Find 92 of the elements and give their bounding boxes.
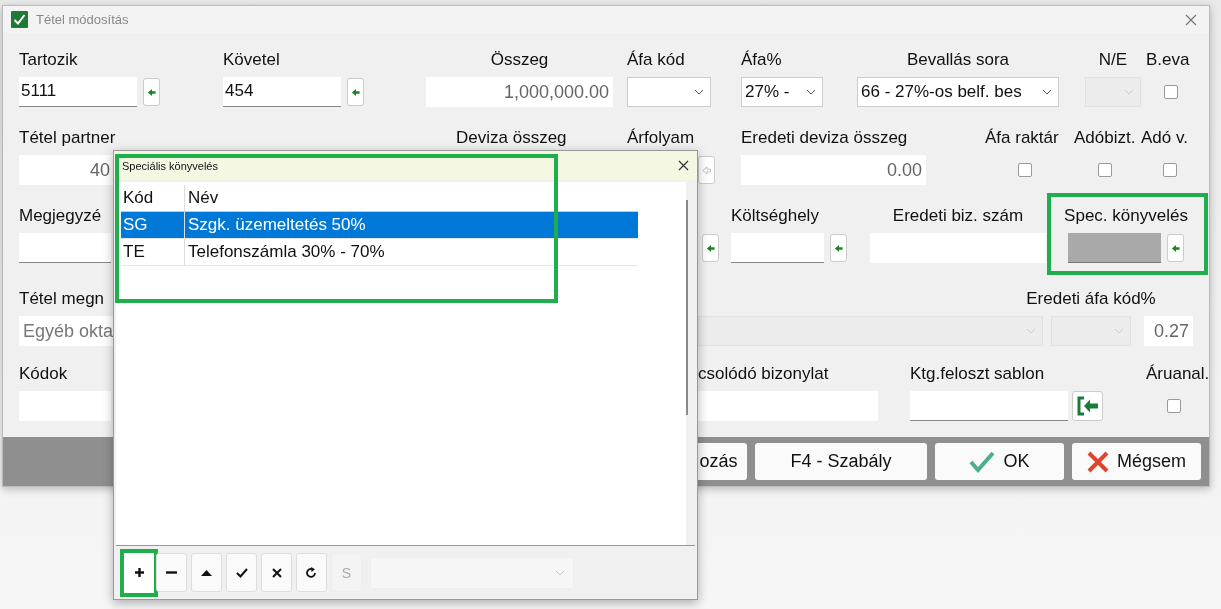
text-field[interactable]: 0.27 bbox=[1144, 316, 1193, 346]
text-field[interactable] bbox=[731, 233, 824, 263]
field-label: Tartozik bbox=[19, 50, 78, 70]
field-label: Áruanal. bbox=[1146, 364, 1210, 384]
chevron-down-icon bbox=[1042, 89, 1052, 95]
chevron-down-icon bbox=[1026, 328, 1036, 334]
field-label: Bevallás sora bbox=[906, 50, 1010, 70]
field-label: Kódok bbox=[19, 364, 68, 384]
arrow-left-icon bbox=[1171, 243, 1180, 253]
checkbox[interactable] bbox=[1162, 163, 1177, 177]
text-field[interactable]: 0.00 bbox=[741, 155, 926, 185]
field-label: Spec. könyvelés bbox=[1064, 206, 1188, 226]
chevron-down-icon bbox=[555, 569, 565, 576]
field-label: Ktg.feloszt sablon bbox=[910, 364, 1045, 384]
dialog-button[interactable]: F4 - Szabály bbox=[755, 443, 927, 480]
field-label: B.eva bbox=[1146, 50, 1190, 70]
field-label: Deviza összeg bbox=[456, 128, 567, 148]
field-label: Tétel megn bbox=[19, 289, 105, 309]
redo-icon bbox=[306, 567, 317, 578]
field-label: Megjegyzé bbox=[19, 206, 102, 226]
field-label: Követel bbox=[223, 50, 280, 70]
checkbox[interactable] bbox=[1166, 399, 1181, 413]
arrow-left-icon bbox=[702, 165, 711, 175]
text-field[interactable] bbox=[698, 391, 878, 421]
field-label: Eredeti deviza összeg bbox=[741, 128, 908, 148]
field-label: Összeg bbox=[490, 50, 549, 70]
table-row[interactable]: TE Telefonszámla 30% - 70% bbox=[121, 239, 638, 266]
checkmark-icon bbox=[235, 567, 248, 578]
confirm-button[interactable] bbox=[226, 553, 257, 592]
checkbox[interactable] bbox=[1018, 163, 1032, 177]
lookup-button[interactable] bbox=[702, 234, 719, 262]
lookup-button[interactable] bbox=[830, 234, 847, 262]
plus-icon bbox=[133, 567, 145, 578]
text-field[interactable]: 5111 bbox=[19, 77, 137, 107]
text-field[interactable] bbox=[19, 391, 111, 421]
column-header: Név bbox=[187, 187, 220, 209]
arrow-left-icon bbox=[834, 243, 843, 253]
text-field[interactable]: 454 bbox=[223, 77, 341, 107]
lookup-button[interactable] bbox=[143, 78, 160, 106]
field-label: csolódó bizonylat bbox=[698, 364, 829, 384]
close-icon bbox=[1087, 450, 1109, 473]
add-button[interactable] bbox=[120, 548, 158, 597]
arrow-left-icon bbox=[147, 87, 156, 97]
field-label: Árfolyam bbox=[627, 128, 695, 148]
lookup-button[interactable] bbox=[347, 78, 364, 106]
checkbox[interactable] bbox=[1098, 163, 1112, 177]
dropdown[interactable]: 27% - bbox=[741, 77, 823, 107]
refresh-button[interactable] bbox=[296, 553, 327, 592]
bracket-arrow-icon bbox=[1076, 396, 1099, 416]
arrow-left-icon bbox=[706, 243, 715, 253]
chevron-down-icon bbox=[1114, 328, 1124, 334]
table-row[interactable]: SG Szgk. üzemeltetés 50% bbox=[121, 212, 638, 239]
text-field[interactable] bbox=[19, 233, 111, 263]
field-label: Áfa kód bbox=[627, 50, 685, 70]
cancel-button[interactable] bbox=[261, 553, 292, 592]
field-label: Adóbizt. bbox=[1074, 128, 1136, 148]
table-cell: TE bbox=[121, 239, 185, 265]
move-up-button[interactable] bbox=[191, 553, 222, 592]
chevron-down-icon bbox=[1124, 89, 1134, 95]
dropdown[interactable]: 66 - 27%-os belf. bes bbox=[857, 77, 1059, 107]
table-cell-text: Telefonszámla 30% - 70% bbox=[187, 241, 386, 263]
triangle-up-icon bbox=[201, 569, 212, 576]
table-cell: SG bbox=[121, 212, 185, 238]
field-label: Eredeti biz. szám bbox=[892, 206, 1024, 226]
chevron-down-icon bbox=[806, 89, 816, 95]
minus-icon bbox=[166, 571, 177, 574]
field-label: Eredeti áfa kód% bbox=[1026, 289, 1156, 309]
window-title: Tétel módosítás bbox=[36, 12, 129, 27]
field-label: Adó v. bbox=[1141, 128, 1188, 148]
checkbox[interactable] bbox=[1164, 85, 1178, 99]
text-field[interactable]: 40 bbox=[19, 155, 114, 185]
table-cell-text: Szgk. üzemeltetés 50% bbox=[187, 214, 367, 236]
check-icon bbox=[11, 11, 28, 28]
field-label: Tétel partner bbox=[19, 128, 116, 148]
import-button[interactable] bbox=[1072, 391, 1103, 421]
field-label: Költséghely bbox=[731, 206, 819, 226]
dialog-button[interactable]: OK bbox=[935, 443, 1064, 480]
arrow-left-icon bbox=[351, 87, 360, 97]
window-title: Speciális könyvelés bbox=[122, 159, 218, 172]
x-icon bbox=[271, 567, 282, 578]
field-label: N/E bbox=[1098, 50, 1128, 70]
field-label: Áfa raktár bbox=[985, 128, 1059, 148]
text-field[interactable] bbox=[910, 391, 1068, 421]
column-header: Kód bbox=[121, 185, 185, 211]
dialog-button[interactable]: Mégsem bbox=[1072, 443, 1201, 480]
remove-button[interactable] bbox=[156, 553, 187, 592]
text-field[interactable] bbox=[870, 233, 1046, 263]
field-label: Áfa% bbox=[741, 50, 782, 70]
checkmark-icon bbox=[969, 450, 996, 473]
chevron-down-icon bbox=[694, 89, 704, 95]
close-icon[interactable] bbox=[678, 160, 689, 171]
text-field[interactable]: 1,000,000.00 bbox=[426, 77, 613, 107]
